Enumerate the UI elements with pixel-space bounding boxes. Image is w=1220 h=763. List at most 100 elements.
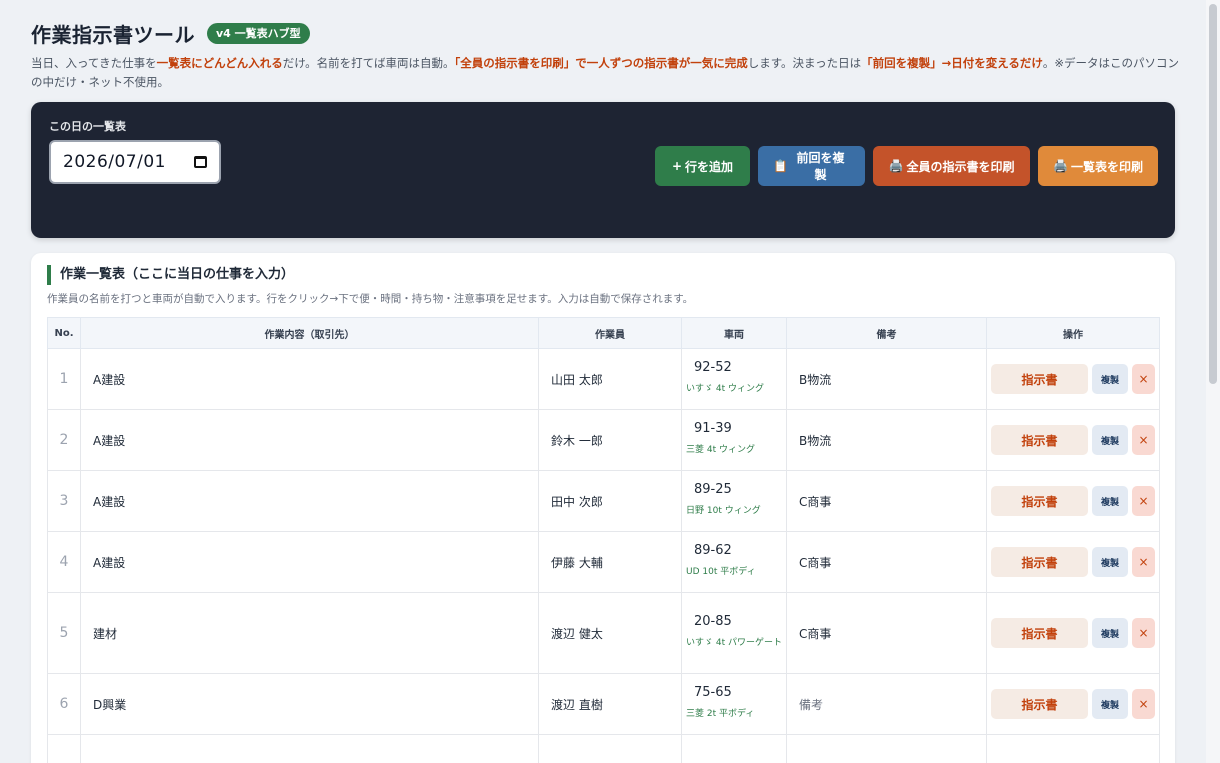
instruction-button[interactable]: 指示書: [991, 689, 1088, 719]
instruction-button[interactable]: 指示書: [991, 364, 1088, 394]
duplicate-button[interactable]: 複製: [1092, 689, 1128, 719]
vehicle-type: 日野 10t ウィング: [686, 506, 761, 516]
vehicle-cell[interactable]: 92-52 いすゞ 4t ウィング: [681, 348, 787, 410]
header: 作業指示書ツール v4 一覧表ハブ型: [31, 18, 1175, 48]
plus-icon: +: [671, 159, 683, 173]
description-text: します。決まった日は: [747, 56, 862, 70]
table-row[interactable]: 5 建材 渡辺 健太 20-85 いすゞ 4t パワーゲート C商事 指示書 複製 ×: [47, 592, 1160, 674]
print-all-label: 全員の指示書を印刷: [906, 159, 1015, 174]
table-row[interactable]: [47, 734, 1160, 763]
duplicate-button[interactable]: 複製: [1092, 364, 1128, 394]
print-list-button[interactable]: 🖨️ 一覧表を印刷: [1038, 146, 1158, 186]
instruction-button[interactable]: 指示書: [991, 547, 1088, 577]
add-row-label: 行を追加: [685, 159, 734, 174]
table-row[interactable]: 6 D興業 渡辺 直樹 75-65 三菱 2t 平ボディ 備考 指示書 複製 ×: [47, 673, 1160, 735]
copy-previous-button[interactable]: 📋 前回を複製: [758, 146, 865, 186]
work-table: No. 作業内容（取引先） 作業員 車両 備考 操作 1 A建設 山田 太郎 92-5…: [47, 317, 1160, 763]
vehicle-type: いすゞ 4t ウィング: [686, 384, 764, 394]
instruction-button[interactable]: 指示書: [991, 618, 1088, 648]
add-row-button[interactable]: + 行を追加: [655, 146, 750, 186]
duplicate-button[interactable]: 複製: [1092, 486, 1128, 516]
description-highlight: 「前回を複製」→日付を変えるだけ: [861, 56, 1043, 70]
row-number: [47, 734, 81, 763]
table-row[interactable]: 2 A建設 鈴木 一郎 91-39 三菱 4t ウィング B物流 指示書 複製 ×: [47, 409, 1160, 471]
vehicle-cell[interactable]: 20-85 いすゞ 4t パワーゲート: [681, 592, 787, 674]
delete-icon[interactable]: ×: [1132, 618, 1155, 648]
memo-cell[interactable]: C商事: [786, 592, 987, 674]
worker-cell[interactable]: 渡辺 健太: [538, 592, 682, 674]
row-number: 3: [47, 470, 81, 532]
col-vehicle: 車両: [681, 317, 787, 349]
ops-cell: 指示書 複製 ×: [986, 470, 1160, 532]
delete-icon[interactable]: ×: [1132, 689, 1155, 719]
vehicle-number: 92-52: [694, 360, 732, 375]
section-title: 作業一覧表（ここに当日の仕事を入力）: [47, 265, 1159, 285]
description-text: 当日、入ってきた仕事を: [31, 56, 157, 70]
job-cell[interactable]: A建設: [80, 409, 539, 471]
scrollbar-thumb[interactable]: [1209, 4, 1217, 384]
vehicle-number: 89-25: [694, 482, 732, 497]
table-header-row: No. 作業内容（取引先） 作業員 車両 備考 操作: [47, 317, 1160, 349]
vehicle-type: 三菱 2t 平ボディ: [686, 709, 755, 719]
worker-cell[interactable]: 渡辺 直樹: [538, 673, 682, 735]
memo-cell[interactable]: C商事: [786, 470, 987, 532]
ops-cell: 指示書 複製 ×: [986, 409, 1160, 471]
delete-icon[interactable]: ×: [1132, 486, 1155, 516]
section-hint: 作業員の名前を打つと車両が自動で入ります。行をクリック→下で便・時間・持ち物・注…: [47, 293, 694, 305]
table-row[interactable]: 1 A建設 山田 太郎 92-52 いすゞ 4t ウィング B物流 指示書 複製 ×: [47, 348, 1160, 410]
ops-cell: 指示書 複製 ×: [986, 592, 1160, 674]
vehicle-cell[interactable]: 91-39 三菱 4t ウィング: [681, 409, 787, 471]
job-cell[interactable]: A建設: [80, 531, 539, 593]
duplicate-button[interactable]: 複製: [1092, 547, 1128, 577]
duplicate-button[interactable]: 複製: [1092, 425, 1128, 455]
print-all-instructions-button[interactable]: 🖨️ 全員の指示書を印刷: [873, 146, 1030, 186]
memo-cell[interactable]: B物流: [786, 409, 987, 471]
col-no: No.: [47, 317, 81, 349]
calendar-icon[interactable]: [194, 156, 207, 168]
description-text: だけ。名前を打てば車両は自動。: [282, 56, 455, 70]
instruction-button[interactable]: 指示書: [991, 486, 1088, 516]
worker-cell[interactable]: 田中 次郎: [538, 470, 682, 532]
table-row[interactable]: 3 A建設 田中 次郎 89-25 日野 10t ウィング C商事 指示書 複製 ×: [47, 470, 1160, 532]
scrollbar[interactable]: [1206, 0, 1220, 763]
vehicle-cell[interactable]: 89-62 UD 10t 平ボディ: [681, 531, 787, 593]
worker-cell[interactable]: 伊藤 大輔: [538, 531, 682, 593]
app-title: 作業指示書ツール: [31, 22, 195, 47]
worker-cell[interactable]: 鈴木 一郎: [538, 409, 682, 471]
worker-cell[interactable]: 山田 太郎: [538, 348, 682, 410]
job-cell[interactable]: [80, 734, 539, 763]
vehicle-cell[interactable]: [681, 734, 787, 763]
instruction-button[interactable]: 指示書: [991, 425, 1088, 455]
col-memo: 備考: [786, 317, 987, 349]
job-cell[interactable]: 建材: [80, 592, 539, 674]
delete-icon[interactable]: ×: [1132, 364, 1155, 394]
row-number: 2: [47, 409, 81, 471]
control-panel: この日の一覧表 2026/07/01 + 行を追加 📋 前回を複製 🖨️ 全員の…: [31, 102, 1175, 238]
job-cell[interactable]: A建設: [80, 348, 539, 410]
job-cell[interactable]: D興業: [80, 673, 539, 735]
row-number: 1: [47, 348, 81, 410]
vehicle-number: 89-62: [694, 543, 732, 558]
col-job: 作業内容（取引先）: [80, 317, 539, 349]
copy-previous-label: 前回を複製: [796, 151, 845, 182]
vehicle-type: UD 10t 平ボディ: [686, 567, 756, 577]
table-row[interactable]: 4 A建設 伊藤 大輔 89-62 UD 10t 平ボディ C商事 指示書 複製 ×: [47, 531, 1160, 593]
memo-cell[interactable]: C商事: [786, 531, 987, 593]
version-badge: v4 一覧表ハブ型: [207, 22, 310, 44]
vehicle-cell[interactable]: 75-65 三菱 2t 平ボディ: [681, 673, 787, 735]
job-cell[interactable]: A建設: [80, 470, 539, 532]
vehicle-cell[interactable]: 89-25 日野 10t ウィング: [681, 470, 787, 532]
worker-cell[interactable]: [538, 734, 682, 763]
date-label: この日の一覧表: [49, 120, 126, 133]
memo-cell[interactable]: B物流: [786, 348, 987, 410]
memo-cell[interactable]: 備考: [786, 673, 987, 735]
row-number: 6: [47, 673, 81, 735]
memo-cell[interactable]: [786, 734, 987, 763]
duplicate-button[interactable]: 複製: [1092, 618, 1128, 648]
delete-icon[interactable]: ×: [1132, 425, 1155, 455]
vehicle-type: 三菱 4t ウィング: [686, 445, 755, 455]
date-value: 2026/07/01: [63, 152, 166, 172]
col-ops: 操作: [986, 317, 1160, 349]
delete-icon[interactable]: ×: [1132, 547, 1155, 577]
date-input[interactable]: 2026/07/01: [49, 140, 221, 184]
